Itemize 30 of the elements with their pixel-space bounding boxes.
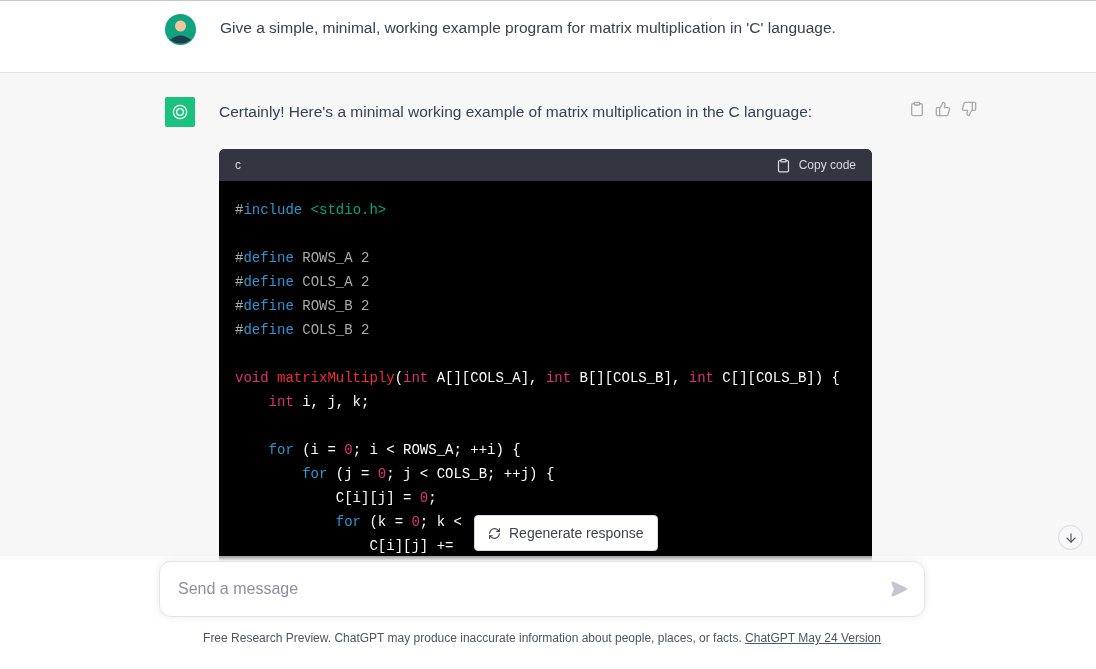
code-line: for (i = 0; i < ROWS_A; ++i) { <box>267 441 521 460</box>
refresh-icon <box>488 526 501 540</box>
code-line: C[i][j] = 0; <box>334 489 437 508</box>
code-line: for (j = 0; j < COLS_B; ++j) { <box>301 465 555 484</box>
user-message: Give a simple, minimal, working example program for matrix multiplication in 'C' language. <box>220 18 836 38</box>
version-link[interactable]: ChatGPT May 24 Version <box>745 631 881 645</box>
code-line: int i, j, k; <box>267 393 370 412</box>
copy-code-button[interactable]: Copy code <box>775 157 856 173</box>
code-language: c <box>235 158 241 172</box>
send-icon[interactable] <box>890 580 908 598</box>
arrow-down-icon <box>1063 530 1078 545</box>
assistant-logo-icon <box>165 97 195 127</box>
code-line: void matrixMultiply(int A[][COLS_A], int B[][COLS_B], int C[][COLS_B]) { <box>235 369 840 388</box>
thumbs-up-icon[interactable] <box>935 101 951 117</box>
regenerate-button[interactable]: Regenerate response <box>474 515 658 551</box>
clipboard-icon <box>775 157 791 173</box>
footer-text: Free Research Preview. ChatGPT may produce inaccurate information about people, places, or facts. ChatGPT May 24 Version <box>203 631 881 645</box>
copy-icon[interactable] <box>909 101 925 117</box>
thumbs-down-icon[interactable] <box>961 101 977 117</box>
code-line: #define COLS_B 2 <box>235 321 370 340</box>
assistant-message: Certainly! Here's a minimal working example of matrix multiplication in the C language: <box>219 102 814 122</box>
code-line: C[i][j] += <box>368 537 454 556</box>
code-line: for (k = 0; k < <box>334 513 462 532</box>
message-box[interactable]: Send a message <box>159 561 925 617</box>
scroll-down-button[interactable] <box>1058 525 1083 550</box>
user-avatar <box>165 14 196 45</box>
code-line: #define COLS_A 2 <box>235 273 370 292</box>
code-line: #include <stdio.h> <box>235 201 387 220</box>
code-line: #define ROWS_A 2 <box>235 249 370 268</box>
code-line: #define ROWS_B 2 <box>235 297 370 316</box>
